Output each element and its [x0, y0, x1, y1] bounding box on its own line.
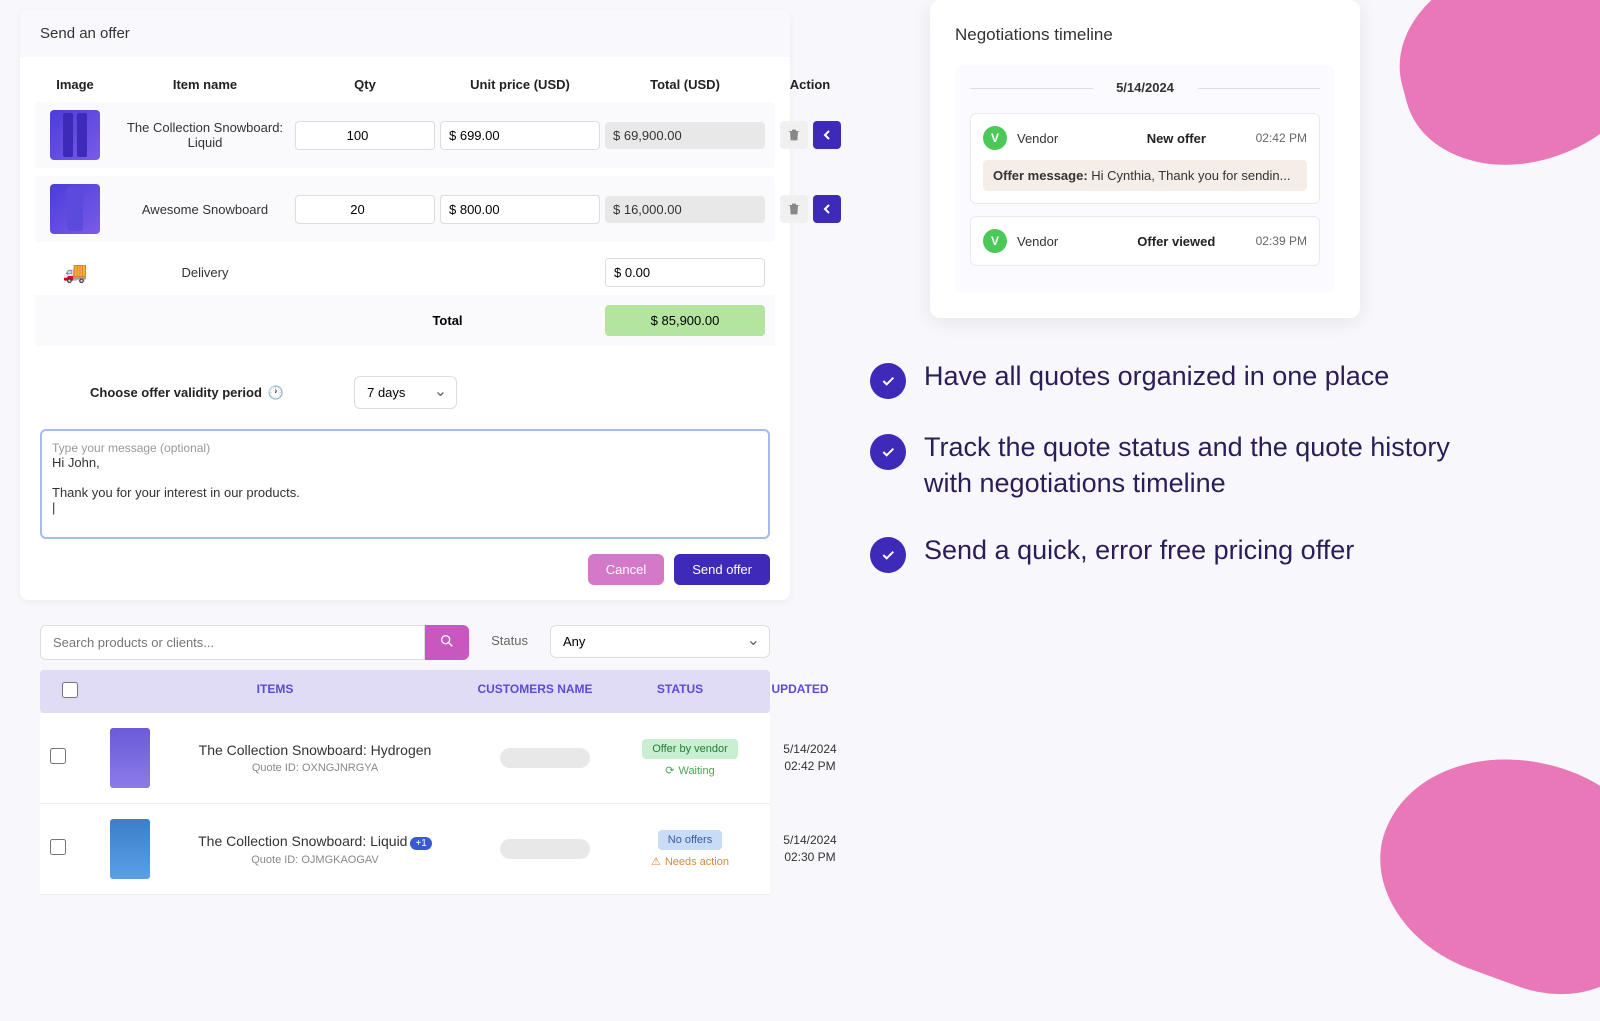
- row-checkbox[interactable]: [50, 839, 66, 855]
- send-offer-button[interactable]: Send offer: [674, 554, 770, 585]
- delivery-input[interactable]: [605, 258, 765, 287]
- updated-cell: 5/14/202402:42 PM: [760, 741, 860, 775]
- customer-placeholder: [500, 839, 590, 859]
- clock-icon: 🕐: [268, 385, 284, 401]
- row-total: $ 16,000.00: [605, 196, 765, 223]
- benefit-text: Send a quick, error free pricing offer: [924, 532, 1354, 568]
- quote-item-name: The Collection Snowboard: Hydrogen Quote…: [170, 742, 460, 774]
- status-badge: No offers: [658, 830, 722, 850]
- quote-id: Quote ID: OJMGKAOGAV: [170, 854, 460, 866]
- validity-label: Choose offer validity period 🕐: [90, 385, 284, 401]
- customer-placeholder: [500, 748, 590, 768]
- product-thumbnail: [50, 110, 100, 160]
- collapse-button[interactable]: [813, 195, 841, 223]
- offer-item-row: The Collection Snowboard: Liquid $ 69,90…: [35, 102, 775, 168]
- timeline-event: Offer viewed: [1107, 234, 1246, 249]
- cancel-button[interactable]: Cancel: [588, 554, 664, 585]
- vendor-avatar: V: [983, 229, 1007, 253]
- quote-row[interactable]: The Collection Snowboard: Hydrogen Quote…: [40, 713, 770, 804]
- delete-button[interactable]: [780, 121, 808, 149]
- quote-id: Quote ID: OXNGJNRGYA: [170, 762, 460, 774]
- col-total: Total (USD): [605, 77, 765, 92]
- search-input[interactable]: [40, 625, 425, 660]
- timeline-time: 02:42 PM: [1256, 131, 1307, 145]
- check-icon: [870, 537, 906, 573]
- timeline-title: Negotiations timeline: [955, 25, 1335, 45]
- timeline-time: 02:39 PM: [1256, 234, 1307, 248]
- validity-select[interactable]: 7 days: [354, 376, 457, 409]
- timeline-who: Vendor: [1017, 131, 1097, 146]
- col-image: Image: [35, 77, 115, 92]
- spinner-icon: ⟳: [665, 764, 674, 777]
- benefit-item: Have all quotes organized in one place: [870, 358, 1460, 399]
- message-textarea[interactable]: Type your message (optional) Hi John, Th…: [40, 429, 770, 539]
- timeline-panel: Negotiations timeline 5/14/2024 V Vendor…: [930, 0, 1360, 318]
- delete-button[interactable]: [780, 195, 808, 223]
- offer-item-row: Awesome Snowboard $ 16,000.00: [35, 176, 775, 242]
- benefit-text: Track the quote status and the quote his…: [924, 429, 1460, 502]
- col-name: Item name: [120, 77, 290, 92]
- qty-input[interactable]: [295, 121, 435, 150]
- alert-icon: ⚠: [651, 855, 661, 868]
- delivery-row: 🚚 Delivery: [35, 250, 775, 295]
- timeline-date: 5/14/2024: [970, 80, 1320, 95]
- status-badge: Offer by vendor: [642, 739, 738, 759]
- benefit-item: Send a quick, error free pricing offer: [870, 532, 1460, 573]
- col-qty: Qty: [295, 77, 435, 92]
- qty-input[interactable]: [295, 195, 435, 224]
- search-bar: Status Any: [20, 610, 790, 670]
- product-thumbnail: [50, 184, 100, 234]
- quote-item-name: The Collection Snowboard: Liquid+1 Quote…: [170, 833, 460, 866]
- check-icon: [870, 434, 906, 470]
- status-select[interactable]: Any: [550, 625, 770, 658]
- delivery-label: Delivery: [120, 265, 290, 280]
- panel-title: Send an offer: [20, 10, 790, 57]
- grand-total: $ 85,900.00: [605, 305, 765, 336]
- message-content: Hi John, Thank you for your interest in …: [52, 455, 758, 515]
- item-name: Awesome Snowboard: [120, 202, 290, 217]
- product-thumbnail: [110, 819, 150, 879]
- benefit-item: Track the quote status and the quote his…: [870, 429, 1460, 502]
- quotes-header: ITEMS CUSTOMERS NAME STATUS UPDATED: [40, 670, 770, 713]
- timeline-item: V Vendor New offer 02:42 PM Offer messag…: [970, 113, 1320, 204]
- plus-badge: +1: [410, 837, 431, 850]
- unit-price-input[interactable]: [440, 121, 600, 150]
- quote-row[interactable]: The Collection Snowboard: Liquid+1 Quote…: [40, 804, 770, 895]
- item-name: The Collection Snowboard: Liquid: [120, 120, 290, 150]
- total-label: Total: [295, 313, 600, 328]
- message-placeholder: Type your message (optional): [52, 441, 758, 455]
- benefits-list: Have all quotes organized in one place T…: [870, 358, 1460, 573]
- select-all-checkbox[interactable]: [62, 682, 78, 698]
- timeline-event: New offer: [1107, 131, 1246, 146]
- col-updated: UPDATED: [750, 682, 850, 701]
- benefit-text: Have all quotes organized in one place: [924, 358, 1389, 394]
- unit-price-input[interactable]: [440, 195, 600, 224]
- col-unit: Unit price (USD): [440, 77, 600, 92]
- grand-total-row: Total $ 85,900.00: [35, 295, 775, 346]
- search-button[interactable]: [425, 625, 469, 660]
- row-total: $ 69,900.00: [605, 122, 765, 149]
- updated-cell: 5/14/202402:30 PM: [760, 832, 860, 866]
- status-sub: ⟳Waiting: [630, 764, 750, 777]
- truck-icon: 🚚: [35, 260, 115, 285]
- col-status: STATUS: [620, 682, 740, 701]
- col-items: ITEMS: [100, 682, 450, 701]
- col-action: Action: [770, 77, 850, 92]
- timeline-who: Vendor: [1017, 234, 1097, 249]
- check-icon: [870, 363, 906, 399]
- row-checkbox[interactable]: [50, 748, 66, 764]
- col-customer: CUSTOMERS NAME: [460, 682, 610, 701]
- collapse-button[interactable]: [813, 121, 841, 149]
- send-offer-panel: Send an offer Image Item name Qty Unit p…: [20, 10, 790, 600]
- vendor-avatar: V: [983, 126, 1007, 150]
- timeline-item: V Vendor Offer viewed 02:39 PM: [970, 216, 1320, 266]
- offer-table-header: Image Item name Qty Unit price (USD) Tot…: [35, 67, 775, 102]
- status-sub: ⚠Needs action: [630, 855, 750, 868]
- product-thumbnail: [110, 728, 150, 788]
- timeline-message: Offer message: Hi Cynthia, Thank you for…: [983, 160, 1307, 191]
- status-label: Status: [479, 625, 540, 660]
